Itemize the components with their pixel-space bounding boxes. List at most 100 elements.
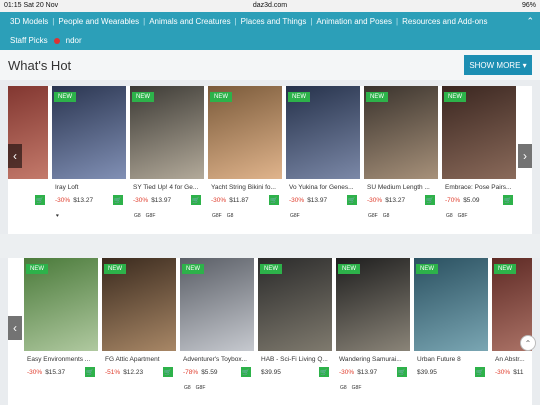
scroll-to-top-button[interactable]: ⌃ (520, 335, 536, 351)
product-title[interactable]: An Abstr... (492, 351, 532, 365)
cart-icon[interactable]: 🛒 (475, 367, 485, 377)
url-bar[interactable]: daz3d.com (0, 2, 540, 9)
figure-tag: G8F (351, 385, 362, 391)
product-title[interactable]: FG Attic Apartment (102, 351, 176, 365)
figure-tag: G8 (340, 385, 347, 391)
cart-icon[interactable]: 🛒 (425, 195, 435, 205)
price-row: -30% $13.97 🛒 (286, 193, 360, 207)
product-title[interactable]: SY Tied Up! 4 for Ge... (130, 179, 204, 193)
new-badge: NEW (494, 264, 516, 274)
product-thumbnail[interactable]: NEW (286, 86, 360, 179)
figure-tag: G8F (290, 213, 300, 219)
compatibility-tags (8, 207, 48, 221)
compatibility-tags: G8F (286, 207, 360, 221)
product-title[interactable]: Iray Loft (52, 179, 126, 193)
product-title[interactable]: HAB - Sci-Fi Living Q... (258, 351, 332, 365)
price-label: $13.97 (307, 196, 328, 204)
heart-icon: ♥ (56, 213, 59, 219)
cart-icon[interactable]: 🛒 (319, 367, 329, 377)
product-card[interactable]: NEW Easy Environments ... -30% $15.37 🛒 (24, 258, 98, 405)
product-card[interactable]: NEW Embrace: Pose Pairs... -70% $5.09 🛒 G8 G8F (442, 86, 516, 234)
product-card[interactable]: NEW HAB - Sci-Fi Living Q... $39.95 🛒 (258, 258, 332, 405)
product-thumbnail[interactable]: NEW (208, 86, 282, 179)
cart-icon[interactable]: 🛒 (397, 367, 407, 377)
product-card[interactable]: NEW Urban Future 8 $39.95 🛒 (414, 258, 488, 405)
discount-label: -30% (495, 368, 511, 376)
compatibility-tags: ♥ (52, 207, 126, 221)
product-card[interactable]: NEW Wandering Samurai... -30% $13.97 🛒 G8 G8F (336, 258, 410, 405)
product-card[interactable]: NEW Yacht String Bikini fo... -30% $11.87 🛒 G… (208, 86, 282, 234)
product-title[interactable]: Urban Future 8 (414, 351, 488, 365)
product-thumbnail[interactable]: NEW (442, 86, 516, 179)
discount-label: -70% (445, 196, 461, 204)
product-card[interactable]: NEW Iray Loft -30% $13.27 🛒 ♥ (52, 86, 126, 234)
new-badge: NEW (132, 92, 154, 102)
product-title[interactable]: Adventurer's Toybox... (180, 351, 254, 365)
product-title[interactable]: Yacht String Bikini fo... (208, 179, 282, 193)
price-row: -70% $5.09 🛒 (442, 193, 516, 207)
product-title[interactable]: Wandering Samurai... (336, 351, 410, 365)
cart-icon[interactable]: 🛒 (85, 367, 95, 377)
show-more-button[interactable]: SHOW MORE ▾ (464, 55, 532, 75)
product-thumbnail[interactable]: NEW (180, 258, 254, 351)
figure-tag: G8F (145, 213, 156, 219)
product-title[interactable]: SU Medium Length ... (364, 179, 438, 193)
nav-item-people[interactable]: People and Wearables (54, 17, 143, 26)
product-card[interactable]: NEW Adventurer's Toybox... -78% $5.59 🛒 G8 G8F (180, 258, 254, 405)
section-divider (0, 234, 540, 258)
chevron-up-icon[interactable]: ⌃ (526, 16, 534, 27)
cart-icon[interactable]: 🛒 (191, 195, 201, 205)
nav-item-3d-models[interactable]: 3D Models (6, 17, 52, 26)
product-thumbnail[interactable]: NEW (336, 258, 410, 351)
carousel-prev-button[interactable]: ‹ (8, 144, 22, 168)
product-thumbnail[interactable]: NEW (364, 86, 438, 179)
new-badge: NEW (366, 92, 388, 102)
figure-tag: G8F (457, 213, 468, 219)
compatibility-tags (414, 379, 488, 393)
nav-row-primary: 3D Models | People and Wearables | Animals… (0, 12, 540, 31)
cart-icon[interactable]: 🛒 (113, 195, 123, 205)
battery: 96% (521, 2, 536, 9)
product-thumbnail[interactable]: NEW (414, 258, 488, 351)
price-label: $15.37 (45, 368, 66, 376)
product-title[interactable]: Easy Environments ... (24, 351, 98, 365)
product-title[interactable]: Vo Yukina for Genes... (286, 179, 360, 193)
cart-icon[interactable]: 🛒 (241, 367, 251, 377)
product-card[interactable]: NEW SU Medium Length ... -30% $13.27 🛒 G8F G8 (364, 86, 438, 234)
carousel-prev-button[interactable]: ‹ (8, 316, 22, 340)
price-row: $39.95 🛒 (258, 365, 332, 379)
product-card[interactable]: NEW FG Attic Apartment -51% $12.23 🛒 (102, 258, 176, 405)
product-thumbnail[interactable]: NEW (258, 258, 332, 351)
product-card[interactable]: NEW Vo Yukina for Genes... -30% $13.97 🛒 G8F (286, 86, 360, 234)
carousel-next-button[interactable]: › (518, 144, 532, 168)
nav-item-animals[interactable]: Animals and Creatures (145, 17, 234, 26)
cart-icon[interactable]: 🛒 (35, 195, 45, 205)
figure-tag: G8 (382, 213, 390, 219)
section-header: What's Hot SHOW MORE ▾ (0, 50, 540, 80)
nav-item-staff-picks[interactable]: Staff Picks (6, 36, 52, 45)
product-carousel-top: llsman🛒NEWIray Loft-30%$13.27🛒♥NEWSY Tie… (8, 86, 532, 234)
cart-icon[interactable]: 🛒 (269, 195, 279, 205)
compatibility-tags (258, 379, 332, 393)
status-dot-icon (53, 37, 60, 44)
product-card[interactable]: NEW An Abstr...-30%$11🛒 (492, 258, 532, 405)
cart-icon[interactable]: 🛒 (163, 367, 173, 377)
nav-item-resources[interactable]: Resources and Add-ons (398, 17, 491, 26)
product-thumbnail[interactable]: NEW (102, 258, 176, 351)
product-thumbnail[interactable]: NEW (130, 86, 204, 179)
nav-item-animation[interactable]: Animation and Poses (312, 17, 396, 26)
product-thumbnail[interactable]: NEW (52, 86, 126, 179)
cart-icon[interactable]: 🛒 (503, 195, 513, 205)
product-title[interactable]: llsman (8, 179, 48, 193)
nav-item-places[interactable]: Places and Things (237, 17, 311, 26)
cart-icon[interactable]: 🛒 (347, 195, 357, 205)
top-nav: 3D Models | People and Wearables | Animals… (0, 12, 540, 50)
price-label: $11.87 (229, 196, 249, 204)
product-card[interactable]: NEW SY Tied Up! 4 for Ge... -30% $13.97 🛒 G8 G… (130, 86, 204, 234)
new-badge: NEW (54, 92, 76, 102)
price-label: $5.59 (201, 368, 218, 376)
compatibility-tags (492, 379, 532, 393)
product-thumbnail[interactable]: NEW (24, 258, 98, 351)
nav-item-vendor[interactable]: ndor (62, 36, 86, 45)
product-title[interactable]: Embrace: Pose Pairs... (442, 179, 516, 193)
